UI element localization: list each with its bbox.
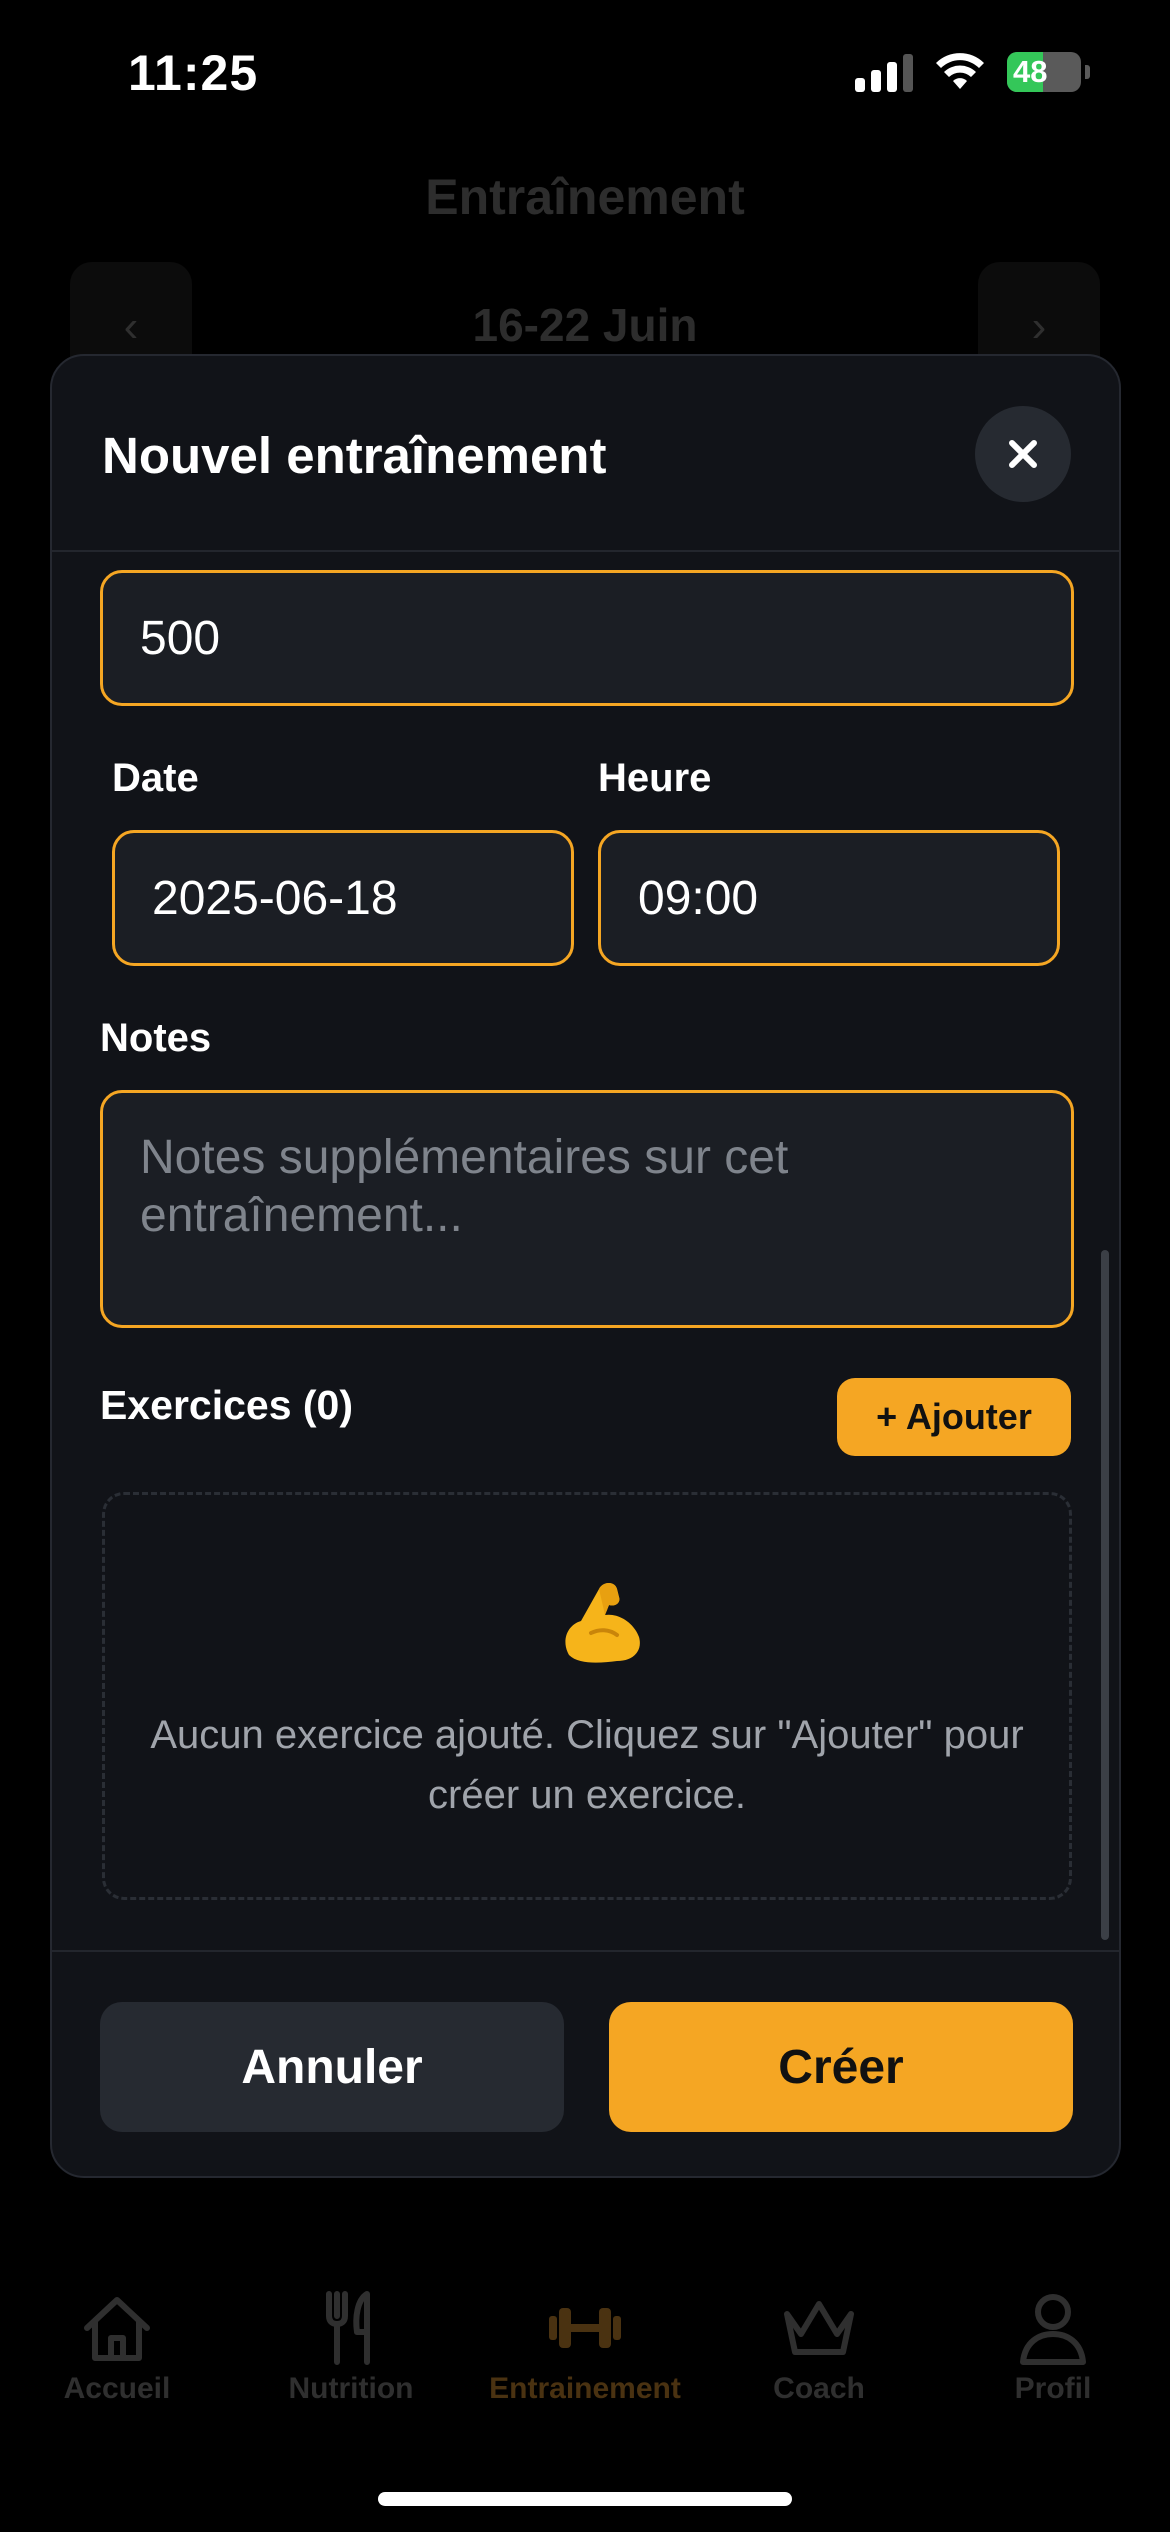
empty-message: Aucun exercice ajouté. Cliquez sur "Ajou… [150,1713,1024,1817]
flexed-biceps-icon [565,1583,640,1663]
modal-footer: Annuler Créer [52,1950,1119,2176]
exercises-label: Exercices (0) [100,1382,354,1428]
signal-icon [855,52,913,92]
tab-entrainement[interactable]: Entrainement [468,2290,702,2440]
page-title: Entraînement [425,169,745,225]
add-exercise-button[interactable]: + Ajouter [837,1378,1071,1456]
fork-knife-icon [326,2291,370,2365]
dumbbell-icon [549,2308,621,2348]
tab-bar: Accueil Nutrition Entrainement Coach Pro… [0,2290,1170,2440]
date-input[interactable]: 2025-06-18 [112,830,574,966]
status-icons: 48 [855,52,1090,92]
notes-textarea[interactable]: Notes supplémentaires sur cet entraîneme… [100,1090,1074,1328]
time-label: Heure [598,756,712,800]
close-button[interactable] [975,406,1071,502]
home-icon [84,2297,150,2361]
battery-icon: 48 [1007,52,1081,92]
exercises-empty-state: Aucun exercice ajouté. Cliquez sur "Ajou… [102,1492,1072,1900]
modal-title: Nouvel entraînement [102,427,607,484]
tab-accueil[interactable]: Accueil [0,2290,234,2440]
scrollbar[interactable] [1101,1250,1109,1940]
new-workout-modal: Nouvel entraînement 500 Date Heure 2025-… [50,354,1121,2178]
cancel-button[interactable]: Annuler [100,2002,564,2132]
battery-level: 48 [1013,54,1048,89]
tab-label: Accueil [63,2372,171,2405]
tab-label: Profil [1014,2372,1092,2405]
notes-label: Notes [100,1016,212,1060]
tab-nutrition[interactable]: Nutrition [234,2290,468,2440]
date-label: Date [112,756,199,800]
create-button[interactable]: Créer [609,2002,1073,2132]
tab-coach[interactable]: Coach [702,2290,936,2440]
time-input[interactable]: 09:00 [598,830,1060,966]
tab-profil[interactable]: Profil [936,2290,1170,2440]
user-icon [1020,2294,1086,2365]
tab-label: Nutrition [288,2372,414,2405]
screen: 11:25 48 Entraînement ‹ 16-22 Juin › Nou… [0,0,1170,2532]
crown-icon [784,2301,854,2355]
modal-header: Nouvel entraînement [52,356,1119,552]
close-icon [1009,440,1037,468]
home-indicator[interactable] [378,2492,792,2506]
tab-label: Coach [773,2372,865,2405]
tab-label: Entrainement [489,2372,681,2405]
status-time: 11:25 [128,45,259,101]
calories-input[interactable]: 500 [100,570,1074,706]
wifi-icon [936,53,984,89]
